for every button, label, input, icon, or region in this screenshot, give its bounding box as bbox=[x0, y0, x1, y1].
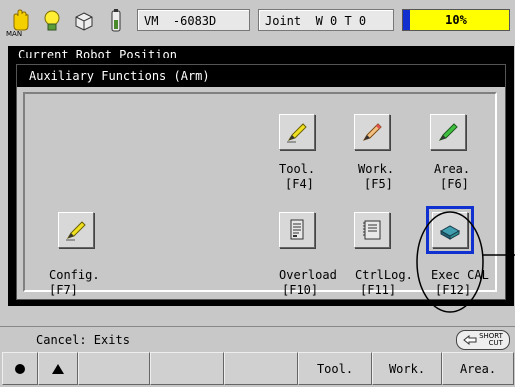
pencil-orange-icon bbox=[362, 123, 382, 141]
work-button[interactable] bbox=[354, 114, 390, 150]
pencil-yellow-icon bbox=[66, 221, 86, 241]
work-key: [F5] bbox=[364, 177, 393, 191]
background-window-title: Current Robot Position bbox=[18, 48, 177, 58]
shortcut-label-bottom: CUT bbox=[488, 339, 503, 347]
area-key: [F6] bbox=[440, 177, 469, 191]
config-key: [F7] bbox=[49, 283, 78, 297]
softkey-3[interactable] bbox=[78, 352, 150, 385]
cube-icon bbox=[75, 12, 93, 31]
softkey-2[interactable] bbox=[38, 352, 78, 385]
cube-button[interactable] bbox=[68, 6, 100, 36]
tool-label: Tool. bbox=[279, 162, 316, 176]
ctrllog-label: CtrlLog. bbox=[355, 268, 413, 282]
ctrllog-key: [F11] bbox=[360, 283, 397, 297]
annotation-circle bbox=[416, 211, 484, 313]
softkey-work[interactable]: Work. bbox=[372, 352, 442, 385]
mode-label: MAN bbox=[6, 30, 23, 38]
battery-button[interactable] bbox=[100, 6, 132, 36]
triangle-up-icon bbox=[52, 363, 64, 374]
softkey-area[interactable]: Area. bbox=[442, 352, 514, 385]
overload-button[interactable] bbox=[279, 212, 315, 248]
status-text: Cancel: Exits bbox=[36, 333, 130, 347]
pencil-yellow-icon bbox=[287, 123, 307, 143]
overload-key: [F10] bbox=[282, 283, 319, 297]
coordinate-mode-display[interactable]: Joint W 0 T 0 bbox=[258, 9, 394, 31]
ctrllog-button[interactable] bbox=[354, 212, 390, 248]
area-button[interactable] bbox=[430, 114, 466, 150]
annotation-overlay bbox=[416, 211, 515, 313]
speed-indicator: 10% bbox=[402, 9, 510, 31]
overload-label: Overload bbox=[279, 268, 337, 282]
config-button[interactable] bbox=[58, 212, 94, 248]
robot-model-display: VM -6083D bbox=[137, 9, 250, 31]
tool-key: [F4] bbox=[285, 177, 314, 191]
config-label: Config. bbox=[49, 268, 100, 282]
lightbulb-icon bbox=[44, 10, 60, 31]
work-label: Work. bbox=[358, 162, 395, 176]
document-icon bbox=[290, 219, 304, 240]
notebook-icon bbox=[363, 220, 381, 240]
dialog-title: Auxiliary Functions (Arm) bbox=[17, 65, 505, 87]
tool-button[interactable] bbox=[279, 114, 315, 150]
pencil-green-icon bbox=[438, 123, 458, 141]
shortcut-icon bbox=[463, 335, 477, 345]
area-label: Area. bbox=[434, 162, 471, 176]
shortcut-button[interactable]: SHORT CUT bbox=[456, 330, 510, 350]
lightbulb-button[interactable] bbox=[36, 6, 68, 36]
softkey-5[interactable] bbox=[224, 352, 298, 385]
speed-percent-label: 10% bbox=[445, 13, 467, 27]
teach-mode-button[interactable]: MAN bbox=[4, 6, 36, 38]
battery-icon bbox=[111, 9, 121, 32]
softkey-tool[interactable]: Tool. bbox=[298, 352, 372, 385]
circle-icon bbox=[15, 363, 25, 374]
softkey-4[interactable] bbox=[150, 352, 224, 385]
softkey-1[interactable] bbox=[2, 352, 38, 385]
